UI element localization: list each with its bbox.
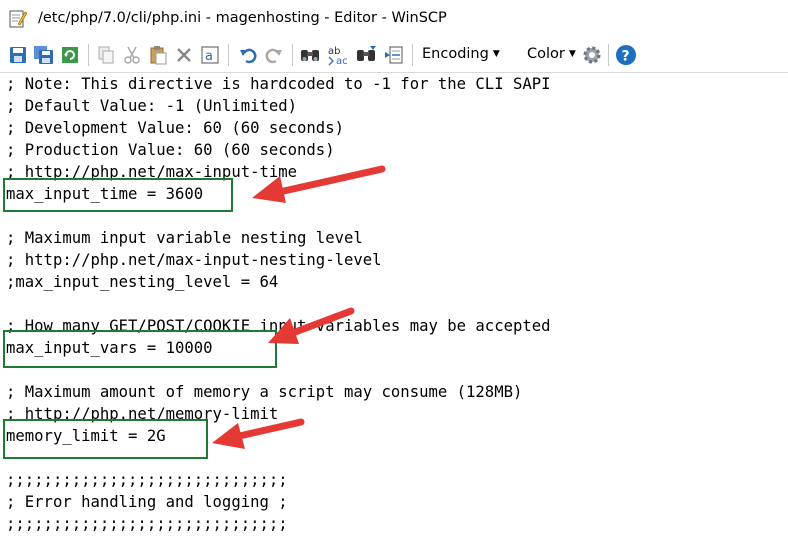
window-title: /etc/php/7.0/cli/php.ini - magenhosting … xyxy=(38,10,447,26)
title-bar: /etc/php/7.0/cli/php.ini - magenhosting … xyxy=(0,0,788,38)
code-line: ; Error handling and logging ; xyxy=(6,493,288,511)
toolbar-separator xyxy=(608,44,609,66)
code-line: ; Maximum amount of memory a script may … xyxy=(6,383,523,401)
undo-icon[interactable] xyxy=(236,43,260,67)
save-all-icon[interactable] xyxy=(32,43,56,67)
toolbar-separator xyxy=(412,44,413,66)
redo-icon[interactable] xyxy=(262,43,286,67)
settings-icon[interactable] xyxy=(580,43,604,67)
select-all-icon[interactable]: a xyxy=(198,43,222,67)
editor-toolbar: a ab ac Encoding ▼ Color ▼ ? xyxy=(0,38,788,100)
paste-icon[interactable] xyxy=(146,43,170,67)
highlight-box-max-input-time xyxy=(3,178,233,212)
editor-text-area[interactable]: ; Note: This directive is hardcoded to -… xyxy=(0,73,788,552)
code-line: ; Maximum input variable nesting level xyxy=(6,229,363,247)
svg-text:ac: ac xyxy=(336,56,348,66)
code-line: ;max_input_nesting_level = 64 xyxy=(6,273,279,291)
find-next-icon[interactable] xyxy=(354,43,378,67)
highlight-box-memory-limit xyxy=(3,419,208,459)
toolbar-separator xyxy=(228,44,229,66)
code-line: ; Development Value: 60 (60 seconds) xyxy=(6,119,344,137)
help-icon[interactable]: ? xyxy=(614,43,638,67)
code-line: ; Note: This directive is hardcoded to -… xyxy=(6,75,551,93)
svg-text:a: a xyxy=(205,49,213,64)
encoding-dropdown[interactable]: Encoding ▼ xyxy=(422,46,500,62)
save-icon[interactable] xyxy=(6,43,30,67)
svg-text:?: ? xyxy=(622,49,630,65)
toolbar-separator xyxy=(292,44,293,66)
find-icon[interactable] xyxy=(298,43,322,67)
code-line: ;;;;;;;;;;;;;;;;;;;;;;;;;;;;;; xyxy=(6,515,288,533)
delete-icon[interactable] xyxy=(172,43,196,67)
reload-icon[interactable] xyxy=(58,43,82,67)
chevron-down-icon: ▼ xyxy=(492,49,500,59)
code-line: ; http://php.net/max-input-nesting-level xyxy=(6,251,382,269)
encoding-label: Encoding xyxy=(422,46,489,62)
editor-app-icon xyxy=(9,9,28,29)
go-to-line-icon[interactable] xyxy=(382,43,406,67)
cut-icon[interactable] xyxy=(120,43,144,67)
color-label: Color xyxy=(527,46,565,62)
code-line: ; Default Value: -1 (Unlimited) xyxy=(6,97,298,115)
replace-icon[interactable]: ab ac xyxy=(326,43,350,67)
copy-icon[interactable] xyxy=(94,43,118,67)
code-line: ;;;;;;;;;;;;;;;;;;;;;;;;;;;;;; xyxy=(6,471,288,489)
code-line: ; Production Value: 60 (60 seconds) xyxy=(6,141,335,159)
chevron-down-icon: ▼ xyxy=(568,49,576,59)
highlight-box-max-input-vars xyxy=(3,330,277,368)
toolbar-separator xyxy=(88,44,89,66)
color-dropdown[interactable]: Color ▼ xyxy=(527,46,576,62)
